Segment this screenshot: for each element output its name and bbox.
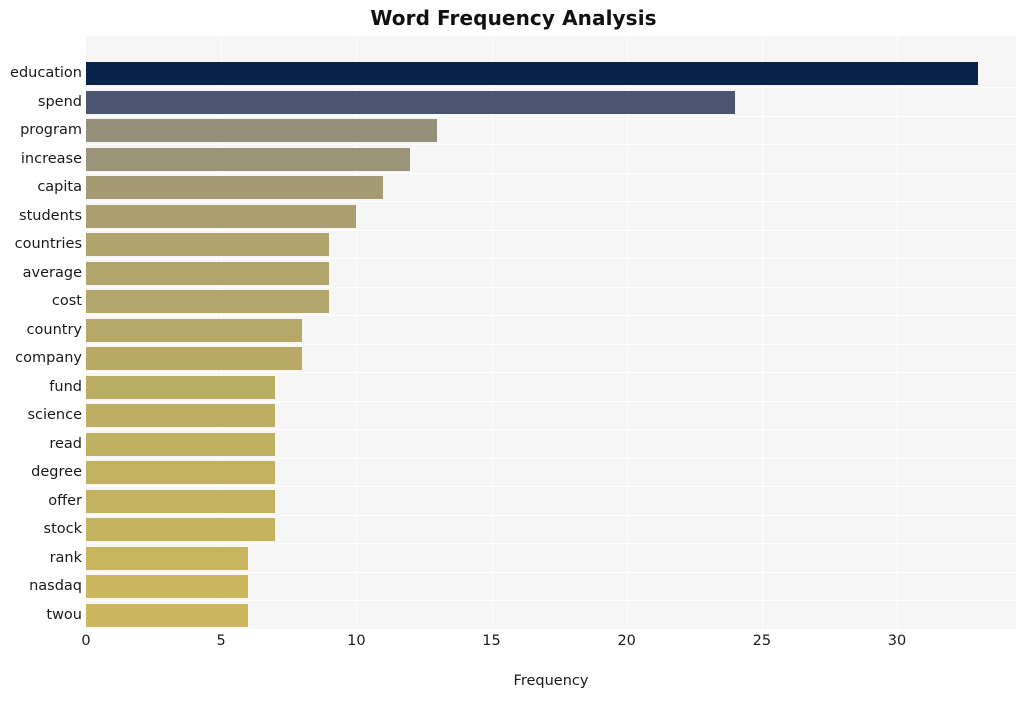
x-tick-label: 20 xyxy=(617,633,636,649)
y-axis-label: company xyxy=(15,350,82,366)
bar[interactable] xyxy=(86,204,357,228)
x-tick-label: 0 xyxy=(81,633,91,649)
bar[interactable] xyxy=(86,347,303,370)
row-separator xyxy=(86,571,1016,573)
bar[interactable] xyxy=(86,603,249,627)
y-axis-label: nasdaq xyxy=(29,578,82,594)
bar[interactable] xyxy=(86,261,330,285)
row-separator xyxy=(86,172,1016,174)
y-axis-label: country xyxy=(26,321,82,338)
row-separator xyxy=(86,87,1016,88)
y-axis-label: rank xyxy=(49,549,82,566)
x-tick-label: 5 xyxy=(216,633,226,649)
x-tick-label: 25 xyxy=(752,633,772,649)
y-axis-label: spend xyxy=(37,93,82,110)
y-axis-label: science xyxy=(27,407,82,423)
gridline-vertical xyxy=(626,36,628,629)
bar[interactable] xyxy=(86,318,303,342)
plot-area xyxy=(86,36,1016,630)
row-separator xyxy=(86,486,1016,487)
bar[interactable] xyxy=(86,176,384,199)
row-separator xyxy=(86,286,1016,288)
row-separator xyxy=(86,229,1016,231)
row-separator xyxy=(86,144,1016,145)
y-axis-label: read xyxy=(49,435,82,452)
bar[interactable] xyxy=(86,546,249,570)
y-axis-label: degree xyxy=(31,464,82,480)
bar[interactable] xyxy=(86,90,735,114)
y-axis-label: education xyxy=(10,65,82,81)
row-separator xyxy=(86,343,1016,345)
y-axis-label: capita xyxy=(37,179,82,195)
row-separator xyxy=(86,372,1016,373)
bar[interactable] xyxy=(86,119,438,142)
bar[interactable] xyxy=(86,233,330,256)
gridline-vertical xyxy=(897,36,899,629)
bar[interactable] xyxy=(86,518,276,541)
word-frequency-chart-figure: Word Frequency Analysis education spend pr… xyxy=(0,0,1027,701)
y-axis-label: program xyxy=(20,122,82,138)
gridline-vertical xyxy=(491,36,493,629)
row-separator xyxy=(86,315,1016,316)
row-separator xyxy=(86,258,1016,259)
bar[interactable] xyxy=(86,147,411,171)
bar[interactable] xyxy=(86,432,276,456)
y-axis-category-labels: education spend program increase capita stude… xyxy=(0,36,82,629)
y-axis-label: countries xyxy=(14,236,82,252)
row-separator xyxy=(86,600,1016,601)
row-separator xyxy=(86,115,1016,117)
x-axis-tick-labels: 0 5 10 15 20 25 30 xyxy=(0,629,1027,655)
bar[interactable] xyxy=(86,375,276,399)
chart-title: Word Frequency Analysis xyxy=(370,6,657,30)
row-separator xyxy=(86,543,1016,544)
y-axis-label: twou xyxy=(46,606,82,623)
y-axis-label: increase xyxy=(20,150,82,167)
x-axis-title: Frequency xyxy=(513,673,589,689)
y-axis-label: offer xyxy=(48,492,82,509)
y-axis-label: cost xyxy=(51,293,82,309)
y-axis-label: average xyxy=(22,264,82,281)
x-tick-label: 30 xyxy=(887,633,907,649)
row-separator xyxy=(86,429,1016,430)
y-axis-label: students xyxy=(19,207,82,224)
y-axis-label: fund xyxy=(49,378,82,395)
bar[interactable] xyxy=(86,461,276,484)
y-axis-label: stock xyxy=(43,521,82,537)
row-separator xyxy=(86,514,1016,516)
row-separator xyxy=(86,400,1016,402)
bar[interactable] xyxy=(86,404,276,427)
row-separator xyxy=(86,457,1016,459)
row-separator xyxy=(86,201,1016,202)
x-tick-label: 10 xyxy=(347,633,366,649)
bar[interactable] xyxy=(86,62,979,85)
gridline-vertical xyxy=(761,36,763,629)
bar[interactable] xyxy=(86,290,330,313)
x-tick-label: 15 xyxy=(482,633,501,649)
bar[interactable] xyxy=(86,489,276,513)
bar[interactable] xyxy=(86,575,249,598)
